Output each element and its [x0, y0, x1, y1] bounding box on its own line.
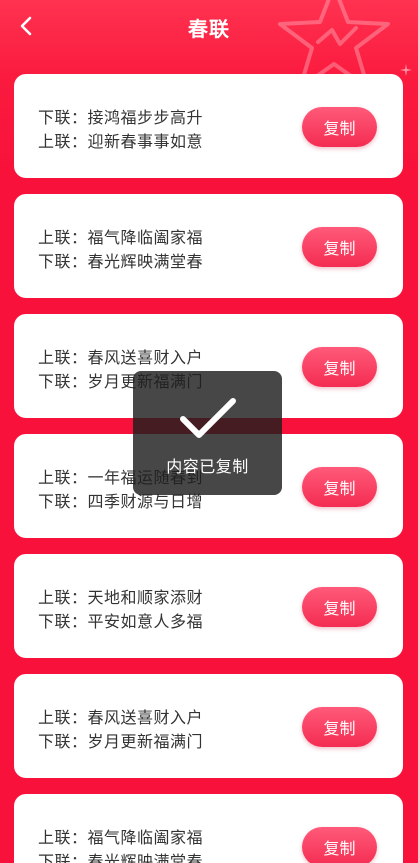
copied-toast: 内容已复制 — [133, 371, 282, 495]
couplet-first-line: 下联：接鸿福步步高升 — [38, 108, 204, 127]
copy-button[interactable]: 复制 — [302, 227, 377, 267]
couplet-second-line: 下联：平安如意人多福 — [38, 612, 204, 631]
copy-button[interactable]: 复制 — [302, 107, 377, 147]
couplet-first-line: 上联：春风送喜财入户 — [38, 708, 204, 727]
couplet-card: 上联：天地和顺家添财 下联：平安如意人多福 复制 — [14, 554, 403, 658]
toast-message: 内容已复制 — [166, 457, 249, 476]
page-title: 春联 — [188, 16, 230, 41]
back-button[interactable] — [12, 12, 40, 40]
couplet-first-line: 上联：天地和顺家添财 — [38, 588, 204, 607]
couplet-card: 上联：春风送喜财入户 下联：岁月更新福满门 复制 — [14, 674, 403, 778]
couplet-card: 下联：接鸿福步步高升 上联：迎新春事事如意 复制 — [14, 74, 403, 178]
checkmark-icon — [179, 398, 236, 438]
copy-button[interactable]: 复制 — [302, 467, 377, 507]
couplet-second-line: 上联：迎新春事事如意 — [38, 132, 204, 151]
couplet-second-line: 下联：春光辉映满堂春 — [38, 252, 204, 271]
couplet-second-line: 下联：岁月更新福满门 — [38, 732, 204, 751]
couplet-card: 上联：福气降临阖家福 下联：春光辉映满堂春 复制 — [14, 194, 403, 298]
copy-button[interactable]: 复制 — [302, 707, 377, 747]
couplet-first-line: 上联：福气降临阖家福 — [38, 828, 204, 847]
couplet-second-line: 下联：春光辉映满堂春 — [38, 852, 204, 863]
copy-button[interactable]: 复制 — [302, 827, 377, 863]
copy-button[interactable]: 复制 — [302, 347, 377, 387]
copy-button[interactable]: 复制 — [302, 587, 377, 627]
couplet-first-line: 上联：福气降临阖家福 — [38, 228, 204, 247]
navigation-bar: 春联 — [0, 0, 418, 54]
chevron-left-icon — [20, 16, 32, 36]
sparkle-icon — [400, 64, 412, 76]
couplet-card: 上联：福气降临阖家福 下联：春光辉映满堂春 复制 — [14, 794, 403, 863]
couplet-first-line: 上联：春风送喜财入户 — [38, 348, 204, 367]
